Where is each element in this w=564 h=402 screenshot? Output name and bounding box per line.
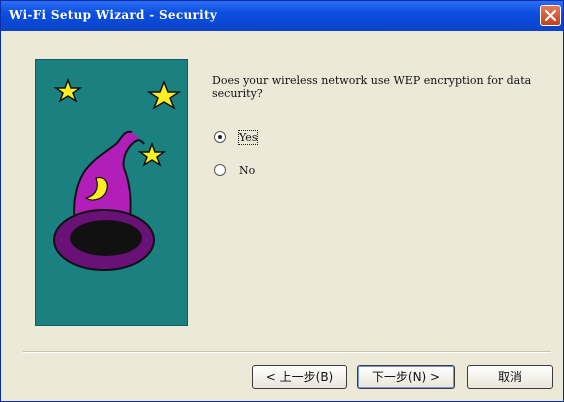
yes-radio[interactable] — [214, 131, 226, 144]
wizard-illustration — [35, 59, 188, 326]
close-icon — [545, 10, 556, 21]
close-button[interactable] — [540, 5, 561, 26]
next-button[interactable]: 下一步(N) > — [357, 365, 455, 389]
no-label[interactable]: No — [239, 164, 255, 177]
no-radio[interactable] — [214, 164, 226, 177]
option-no[interactable]: No — [214, 161, 255, 179]
back-button[interactable]: < 上一步(B) — [252, 365, 347, 389]
wizard-hat-icon — [53, 130, 155, 271]
option-yes[interactable]: Yes — [214, 128, 259, 146]
cancel-button[interactable]: 取消 — [467, 365, 553, 389]
security-question: Does your wireless network use WEP encry… — [212, 74, 532, 100]
yes-label[interactable]: Yes — [237, 129, 259, 145]
star-icon — [137, 141, 167, 167]
wizard-window: Wi-Fi Setup Wizard - Security Does your … — [0, 0, 564, 402]
title-bar[interactable]: Wi-Fi Setup Wizard - Security — [1, 1, 563, 31]
footer-divider — [23, 351, 551, 353]
window-title: Wi-Fi Setup Wizard - Security — [9, 8, 218, 22]
star-icon — [146, 79, 182, 110]
star-icon — [53, 77, 83, 103]
